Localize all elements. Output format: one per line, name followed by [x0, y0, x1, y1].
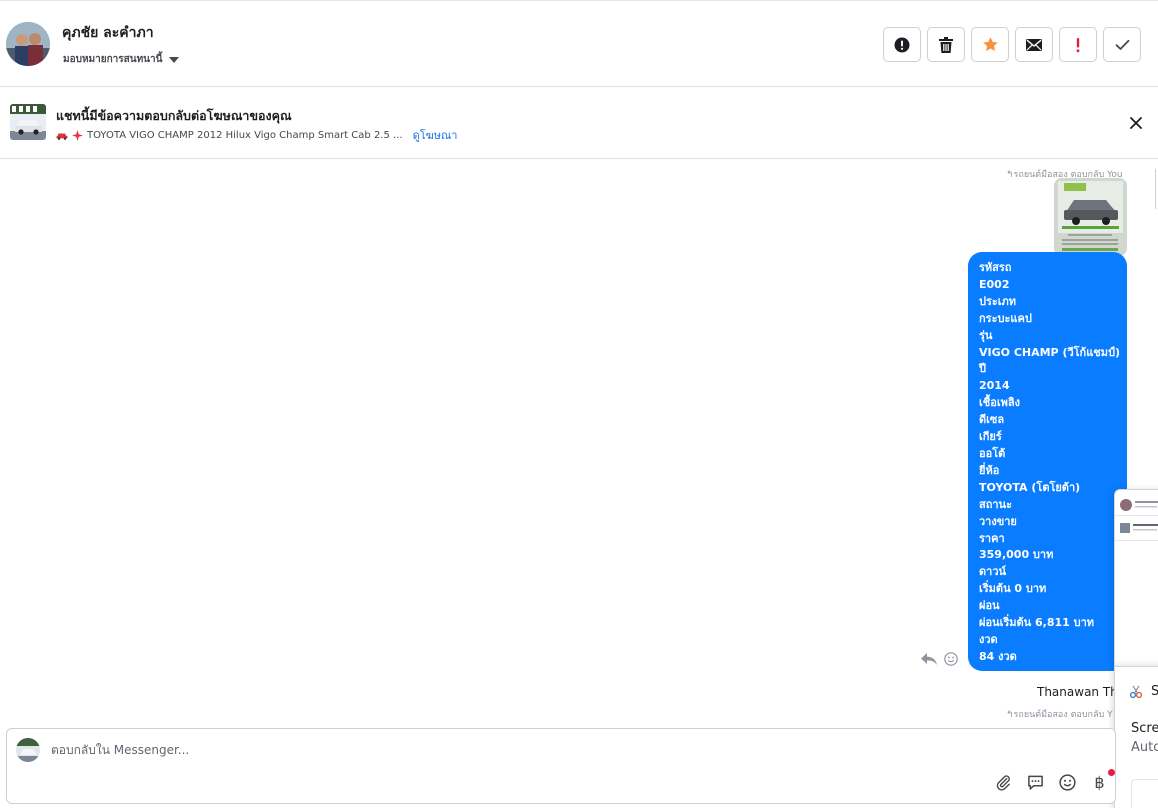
- ad-thumbnail[interactable]: [10, 104, 46, 140]
- message-line: ผ่อน: [979, 599, 1000, 613]
- panel-title-fragment: S: [1151, 684, 1158, 699]
- page-avatar: [16, 738, 40, 762]
- exclamation-icon: [1076, 37, 1080, 52]
- contact-avatar[interactable]: [6, 22, 50, 66]
- chat-bubble-icon: [1028, 775, 1043, 790]
- caret-down-icon: [169, 56, 180, 63]
- baht-icon: ฿: [1094, 773, 1105, 792]
- message-line: ราคา: [979, 531, 1005, 545]
- message-thread[interactable]: ↰รถยนต์มือสอง ตอบกลับ You รหัสรถ E002 ประเ…: [0, 159, 1158, 727]
- contact-name[interactable]: คุภชัย ละคำภา: [62, 22, 154, 44]
- message-line: รหัสรถ: [979, 261, 1012, 274]
- composer-tools: ฿: [994, 773, 1109, 792]
- message-line: กระบะแคป: [979, 311, 1032, 325]
- sender-name: Thanawan Tho: [1037, 685, 1126, 699]
- panel-text-line1: Scree: [1131, 721, 1158, 736]
- panel-text-line2: Auto: [1131, 740, 1158, 755]
- conversation-actions: [883, 27, 1141, 62]
- panel-field[interactable]: [1131, 779, 1158, 808]
- paperclip-icon: [996, 775, 1010, 791]
- message-line: VIGO CHAMP (วีโก้แชมป์): [979, 345, 1121, 359]
- scissors-icon: [1129, 685, 1143, 699]
- reply-context-note-2: ↰รถยนต์มือสอง ตอบกลับ Y: [1006, 710, 1113, 720]
- message-line: วางขาย: [979, 514, 1017, 528]
- message-hover-tools: [920, 652, 958, 666]
- smiley-icon: [1059, 774, 1076, 791]
- star-icon: [982, 37, 998, 52]
- star-button[interactable]: [971, 27, 1009, 62]
- floating-preview-window[interactable]: S Scree Auto: [1114, 489, 1158, 808]
- message-line: เกียร์: [979, 430, 1002, 444]
- close-banner-button[interactable]: [1128, 115, 1144, 131]
- message-line: เชื้อเพลิง: [979, 396, 1020, 410]
- message-line: ดีเซล: [979, 413, 1005, 427]
- trash-icon: [939, 36, 953, 53]
- ad-image-message[interactable]: [1054, 178, 1127, 256]
- message-line: 2014: [979, 379, 1010, 393]
- ad-banner-subtitle: TOYOTA VIGO CHAMP 2012 Hilux Vigo Champ …: [56, 126, 457, 144]
- envelope-icon: [1026, 38, 1042, 51]
- inbox-conversation: คุภชัย ละคำภา มอบหมายการสนทนานี้ แชทนี้ม…: [0, 0, 1158, 808]
- car-icon: [56, 133, 68, 140]
- message-line: เริ่มต้น 0 บาท: [979, 582, 1047, 596]
- message-line: รุ่น: [979, 328, 993, 342]
- message-composer: ฿: [6, 728, 1116, 804]
- message-line: สถานะ: [979, 497, 1012, 511]
- view-ad-link[interactable]: ดูโฆษณา: [413, 126, 458, 144]
- ad-reply-banner: แชทนี้มีข้อความตอบกลับต่อโฆษณาของคุณ TOY…: [0, 87, 1158, 159]
- spam-button[interactable]: [883, 27, 921, 62]
- done-button[interactable]: [1103, 27, 1141, 62]
- alert-circle-icon: [894, 37, 910, 52]
- assign-conversation-dropdown[interactable]: มอบหมายการสนทนานี้: [63, 52, 180, 67]
- preview-row: [1118, 496, 1158, 514]
- divider: [1115, 515, 1158, 516]
- reply-arrow-icon: ↰: [1006, 710, 1014, 720]
- message-line: ผ่อนเริ่มต้น 6,811 บาท: [979, 616, 1095, 630]
- reply-arrow-icon: ↰: [1006, 170, 1014, 180]
- message-bubble[interactable]: รหัสรถ E002 ประเภทกระบะแคปรุ่น VIGO CHAMP (…: [968, 252, 1127, 671]
- message-line: ยี่ห้อ: [979, 463, 1000, 477]
- message-line: ปี: [979, 362, 986, 376]
- ad-post-text: TOYOTA VIGO CHAMP 2012 Hilux Vigo Champ …: [87, 129, 403, 141]
- message-line: ดาวน์: [979, 565, 1007, 579]
- mark-unread-button[interactable]: [1015, 27, 1053, 62]
- message-line: ออโต้: [979, 446, 1006, 460]
- notification-dot: [1108, 769, 1115, 776]
- preview-row: [1118, 520, 1158, 538]
- message-line: E002: [979, 277, 1010, 291]
- ad-banner-title: แชทนี้มีข้อความตอบกลับต่อโฆษณาของคุณ: [56, 108, 292, 123]
- message-line: 359,000 บาท: [979, 548, 1054, 562]
- check-icon: [1115, 39, 1129, 50]
- delete-button[interactable]: [927, 27, 965, 62]
- saved-replies-button[interactable]: [1026, 773, 1045, 792]
- divider: [1115, 540, 1158, 541]
- emoji-reaction-icon[interactable]: [944, 652, 958, 666]
- attach-button[interactable]: [994, 773, 1013, 792]
- conversation-header: คุภชัย ละคำภา มอบหมายการสนทนานี้: [0, 0, 1158, 87]
- reply-input[interactable]: [51, 743, 951, 757]
- payment-button[interactable]: ฿: [1090, 773, 1109, 792]
- assign-label: มอบหมายการสนทนานี้: [63, 54, 163, 65]
- emoji-button[interactable]: [1058, 773, 1077, 792]
- follow-up-button[interactable]: [1059, 27, 1097, 62]
- message-line: 84 งวด: [979, 649, 1017, 663]
- reply-icon[interactable]: [920, 652, 938, 666]
- sparkle-icon: [72, 129, 83, 141]
- screenshot-tool-panel[interactable]: S Scree Auto: [1115, 666, 1158, 808]
- message-line: งวด: [979, 632, 998, 646]
- message-line: ประเภท: [979, 294, 1017, 308]
- message-line: TOYOTA (โตโยต้า): [979, 480, 1081, 494]
- close-icon: [1130, 117, 1142, 129]
